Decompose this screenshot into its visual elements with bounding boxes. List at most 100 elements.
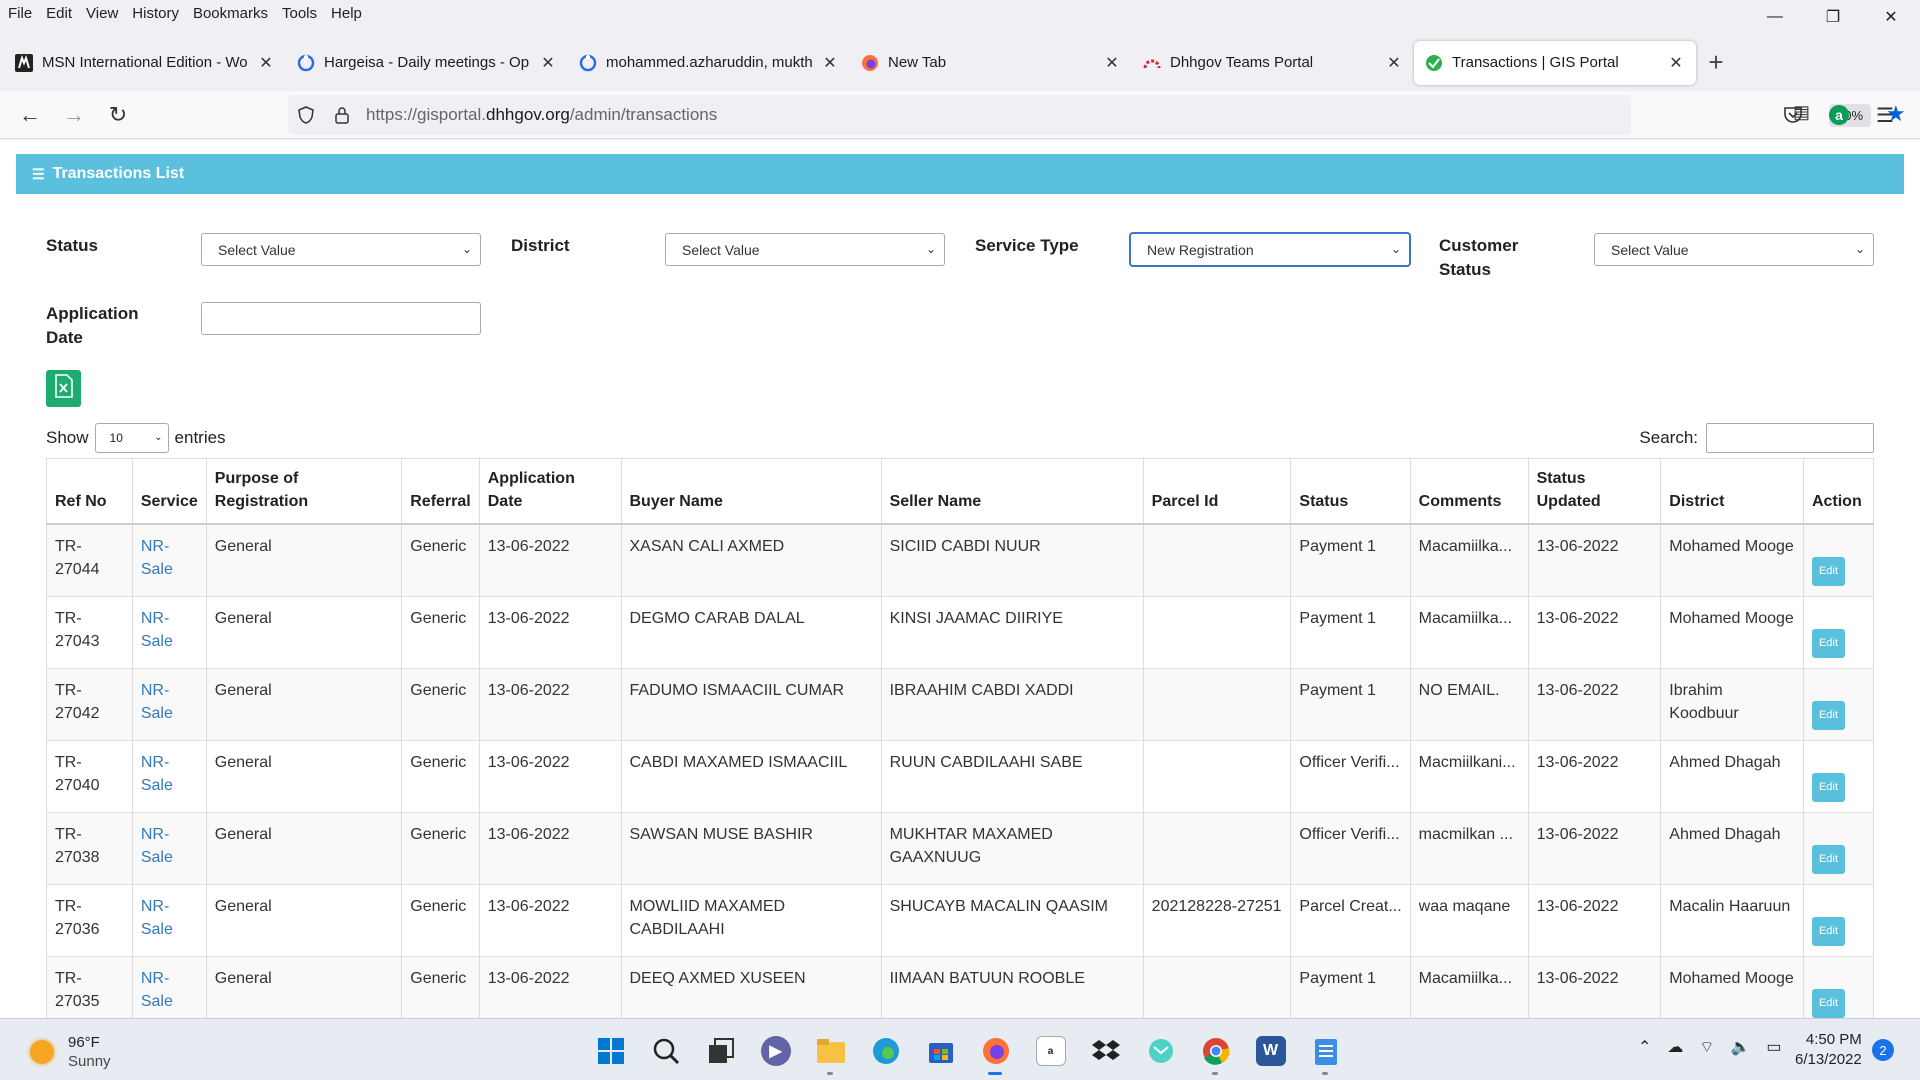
- wifi-icon[interactable]: ⌔: [1699, 1037, 1714, 1057]
- menu-view[interactable]: View: [79, 5, 125, 22]
- tab-hargeisa[interactable]: Hargeisa - Daily meetings - Op ✕: [286, 40, 568, 85]
- table-row[interactable]: TR-27042 NR- Sale General Generic 13-06-2022 F…: [46, 668, 1875, 741]
- menu-edit[interactable]: Edit: [39, 5, 79, 22]
- column-header[interactable]: Purpose of Registration: [205, 458, 403, 525]
- mail-icon[interactable]: [1133, 1031, 1188, 1071]
- tab-new-tab[interactable]: New Tab ✕: [850, 40, 1132, 85]
- chrome-icon[interactable]: [1188, 1031, 1243, 1075]
- service-link[interactable]: NR- Sale: [141, 898, 173, 938]
- table-row[interactable]: TR-27035 NR- Sale General Generic 13-06-2022 D…: [46, 956, 1875, 1018]
- purpose-cell: General: [205, 523, 403, 597]
- close-icon[interactable]: ✕: [1102, 53, 1122, 73]
- close-icon[interactable]: ✕: [1384, 53, 1404, 73]
- back-arrow-icon[interactable]: ←: [8, 95, 52, 135]
- edit-button[interactable]: Edit: [1811, 773, 1845, 802]
- table-row[interactable]: TR-27038 NR- Sale General Generic 13-06-2022 S…: [46, 812, 1875, 885]
- column-header[interactable]: Status: [1290, 458, 1411, 525]
- word-icon[interactable]: W: [1243, 1031, 1298, 1071]
- column-header[interactable]: Application Date: [478, 458, 622, 525]
- restore-button[interactable]: ❐: [1804, 0, 1862, 34]
- excel-export-button[interactable]: [46, 370, 81, 407]
- new-tab-button[interactable]: +: [1696, 47, 1736, 78]
- close-icon[interactable]: ✕: [256, 53, 276, 73]
- hamburger-menu-icon[interactable]: ☰: [1862, 95, 1908, 135]
- district-select[interactable]: Select Value ⌄: [665, 233, 945, 266]
- edit-button[interactable]: Edit: [1811, 557, 1845, 586]
- table-row[interactable]: TR-27040 NR- Sale General Generic 13-06-2022 C…: [46, 740, 1875, 813]
- tab-msn[interactable]: MSN International Edition - Wo ✕: [4, 40, 286, 85]
- column-header[interactable]: District: [1660, 458, 1804, 525]
- windows-start-icon[interactable]: [583, 1031, 638, 1071]
- file-explorer-icon[interactable]: [803, 1031, 858, 1075]
- column-header[interactable]: Comments: [1409, 458, 1529, 525]
- service-link[interactable]: NR- Sale: [141, 754, 173, 794]
- menu-help[interactable]: Help: [324, 5, 369, 22]
- ref-no-cell: TR-27043: [46, 596, 133, 669]
- teams-chat-icon[interactable]: ▶: [748, 1031, 803, 1071]
- district-cell: Mohamed Mooge: [1660, 523, 1804, 597]
- store-icon[interactable]: [913, 1031, 968, 1071]
- close-icon[interactable]: ✕: [538, 53, 558, 73]
- table-row[interactable]: TR-27036 NR- Sale General Generic 13-06-2022 M…: [46, 884, 1875, 957]
- reload-icon[interactable]: ↻: [96, 95, 140, 135]
- forward-arrow-icon[interactable]: →: [52, 95, 96, 135]
- clock[interactable]: 4:50 PM 6/13/2022: [1795, 1030, 1862, 1070]
- edit-button[interactable]: Edit: [1811, 701, 1845, 730]
- service-link[interactable]: NR- Sale: [141, 538, 173, 578]
- address-bar[interactable]: https://gisportal.dhhgov.org/admin/trans…: [288, 95, 1906, 135]
- edit-button[interactable]: Edit: [1811, 917, 1845, 946]
- status-select[interactable]: Select Value ⌄: [201, 233, 481, 266]
- column-header[interactable]: Action: [1802, 458, 1875, 525]
- service-link[interactable]: NR- Sale: [141, 970, 173, 1010]
- column-header[interactable]: Parcel Id: [1142, 458, 1292, 525]
- column-header[interactable]: Status Updated: [1527, 458, 1662, 525]
- service-type-select[interactable]: New Registration ⌄: [1130, 233, 1410, 266]
- firefox-icon[interactable]: [968, 1031, 1023, 1075]
- menu-bookmarks[interactable]: Bookmarks: [186, 5, 275, 22]
- table-row[interactable]: TR-27044 NR- Sale General Generic 13-06-2022 X…: [46, 523, 1875, 597]
- close-icon[interactable]: ✕: [820, 53, 840, 73]
- search-icon[interactable]: [638, 1031, 693, 1071]
- menu-tools[interactable]: Tools: [275, 5, 324, 22]
- weather-widget[interactable]: 96°F Sunny: [30, 1033, 111, 1071]
- column-header[interactable]: Referral: [401, 458, 480, 525]
- search-input[interactable]: [1706, 423, 1874, 453]
- notepad-icon[interactable]: [1298, 1031, 1353, 1075]
- tab-mohammed[interactable]: mohammed.azharuddin, mukth ✕: [568, 40, 850, 85]
- close-icon[interactable]: ✕: [1666, 53, 1686, 73]
- lock-icon[interactable]: [324, 106, 360, 124]
- speaker-icon[interactable]: 🔈: [1730, 1037, 1750, 1057]
- table-row[interactable]: TR-27043 NR- Sale General Generic 13-06-2022 D…: [46, 596, 1875, 669]
- shield-icon[interactable]: [288, 106, 324, 124]
- column-header[interactable]: Seller Name: [880, 458, 1144, 525]
- account-icon[interactable]: a: [1816, 95, 1862, 135]
- application-date-input[interactable]: [201, 302, 481, 335]
- show-label: Show: [46, 428, 89, 447]
- edit-button[interactable]: Edit: [1811, 629, 1845, 658]
- column-header[interactable]: Service: [131, 458, 207, 525]
- battery-icon[interactable]: ▭: [1766, 1037, 1781, 1057]
- column-header[interactable]: Ref No: [46, 458, 133, 525]
- onedrive-icon[interactable]: ☁: [1667, 1037, 1683, 1057]
- close-window-button[interactable]: ✕: [1862, 0, 1920, 34]
- edge-icon[interactable]: [858, 1031, 913, 1071]
- dropbox-icon[interactable]: [1078, 1031, 1133, 1071]
- task-view-icon[interactable]: [693, 1031, 748, 1071]
- service-link[interactable]: NR- Sale: [141, 610, 173, 650]
- edit-button[interactable]: Edit: [1811, 845, 1845, 874]
- service-link[interactable]: NR- Sale: [141, 682, 173, 722]
- amazon-icon[interactable]: a: [1023, 1031, 1078, 1071]
- entries-select[interactable]: 10 ⌄: [94, 423, 169, 453]
- notification-badge[interactable]: 2: [1872, 1039, 1894, 1061]
- menu-history[interactable]: History: [125, 5, 186, 22]
- edit-button[interactable]: Edit: [1811, 989, 1845, 1018]
- pocket-icon[interactable]: [1770, 95, 1816, 135]
- service-link[interactable]: NR- Sale: [141, 826, 173, 866]
- tab-dhhgov-teams[interactable]: Dhhgov Teams Portal ✕: [1132, 40, 1414, 85]
- customer-status-select[interactable]: Select Value ⌄: [1594, 233, 1874, 266]
- tab-transactions[interactable]: Transactions | GIS Portal ✕: [1414, 40, 1696, 85]
- minimize-button[interactable]: —: [1746, 0, 1804, 34]
- menu-file[interactable]: File: [0, 5, 39, 22]
- column-header[interactable]: Buyer Name: [620, 458, 882, 525]
- chevron-up-icon[interactable]: ⌃: [1638, 1037, 1651, 1057]
